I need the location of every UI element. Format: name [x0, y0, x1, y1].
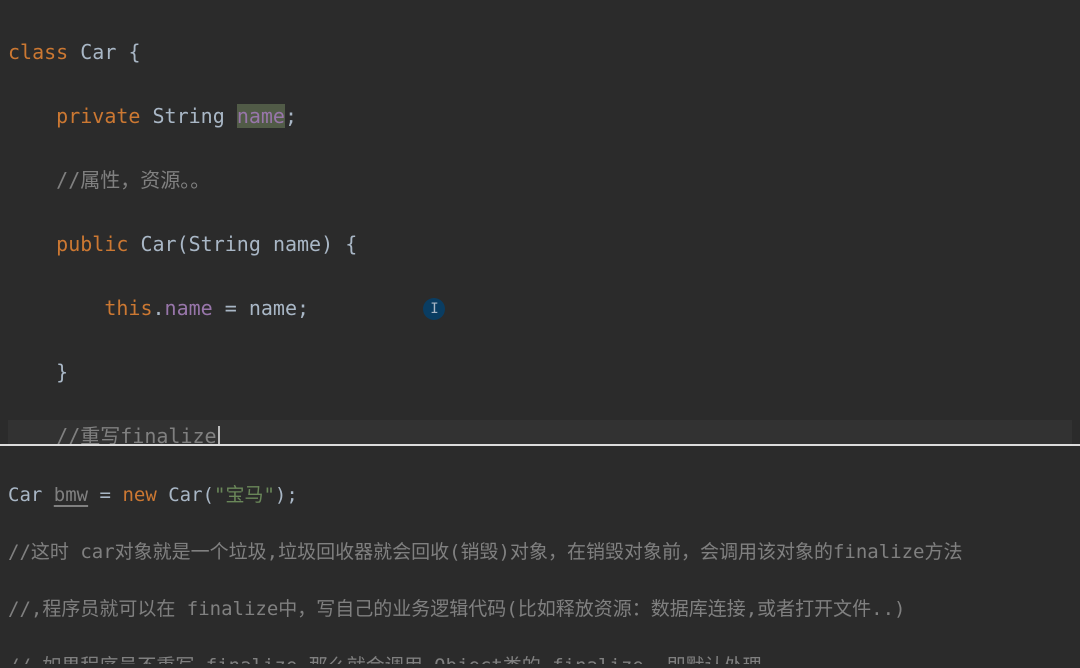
keyword-public: public: [56, 232, 128, 256]
code-line: //属性，资源。。: [8, 164, 1072, 196]
code-line: Car bmw = new Car("宝马");: [8, 481, 1072, 510]
code-line: public Car(String name) {: [8, 228, 1072, 260]
semicolon: ;: [286, 484, 297, 506]
type: Car: [8, 484, 42, 506]
code-line: //,如果程序员不重写 finalize,那么就会调用 Object类的 fin…: [8, 652, 1072, 665]
comment: //,程序员就可以在 finalize中，写自己的业务逻辑代码(比如释放资源：数…: [8, 598, 905, 620]
rhs: name: [249, 296, 297, 320]
keyword-private: private: [56, 104, 140, 128]
code-editor-upper[interactable]: class Car { private String name; //属性，资源…: [0, 0, 1080, 446]
keyword-new: new: [122, 484, 156, 506]
rparen: ): [321, 232, 333, 256]
code-line-active: //重写finalize: [8, 420, 1072, 446]
brace: }: [56, 360, 68, 384]
var-name: bmw: [54, 484, 88, 506]
param-type: String: [189, 232, 261, 256]
code-line: }: [8, 356, 1072, 388]
semicolon: ;: [297, 296, 309, 320]
code-editor-lower[interactable]: Car bmw = new Car("宝马"); //这时 car对象就是一个垃…: [0, 446, 1080, 664]
keyword-class: class: [8, 40, 68, 64]
brace: {: [345, 232, 357, 256]
constructor-call: Car: [168, 484, 202, 506]
eq: =: [88, 484, 122, 506]
field-name-selected: name: [237, 104, 285, 128]
dot: .: [153, 296, 165, 320]
constructor-name: Car: [140, 232, 176, 256]
eq: =: [213, 296, 249, 320]
class-name: Car: [80, 40, 116, 64]
code-line: this.name = name; I: [8, 292, 1072, 324]
code-line: class Car {: [8, 36, 1072, 68]
string-literal: "宝马": [214, 484, 275, 506]
rparen: ): [275, 484, 286, 506]
lparen: (: [203, 484, 214, 506]
lparen: (: [177, 232, 189, 256]
type: String: [153, 104, 225, 128]
brace: {: [128, 40, 140, 64]
comment: //这时 car对象就是一个垃圾,垃圾回收器就会回收(销毁)对象，在销毁对象前，…: [8, 541, 962, 563]
comment: //重写finalize: [56, 424, 216, 446]
code-line: //,程序员就可以在 finalize中，写自己的业务逻辑代码(比如释放资源：数…: [8, 595, 1072, 624]
comment: //,如果程序员不重写 finalize,那么就会调用 Object类的 fin…: [8, 655, 762, 665]
comment: //属性，资源。。: [56, 168, 210, 192]
code-line: //这时 car对象就是一个垃圾,垃圾回收器就会回收(销毁)对象，在销毁对象前，…: [8, 538, 1072, 567]
ibeam-cursor-icon: I: [423, 298, 445, 320]
code-line: private String name;: [8, 100, 1072, 132]
keyword-this: this: [104, 296, 152, 320]
text-caret: [218, 426, 220, 446]
param-name: name: [273, 232, 321, 256]
field-ref: name: [165, 296, 213, 320]
semicolon: ;: [285, 104, 297, 128]
